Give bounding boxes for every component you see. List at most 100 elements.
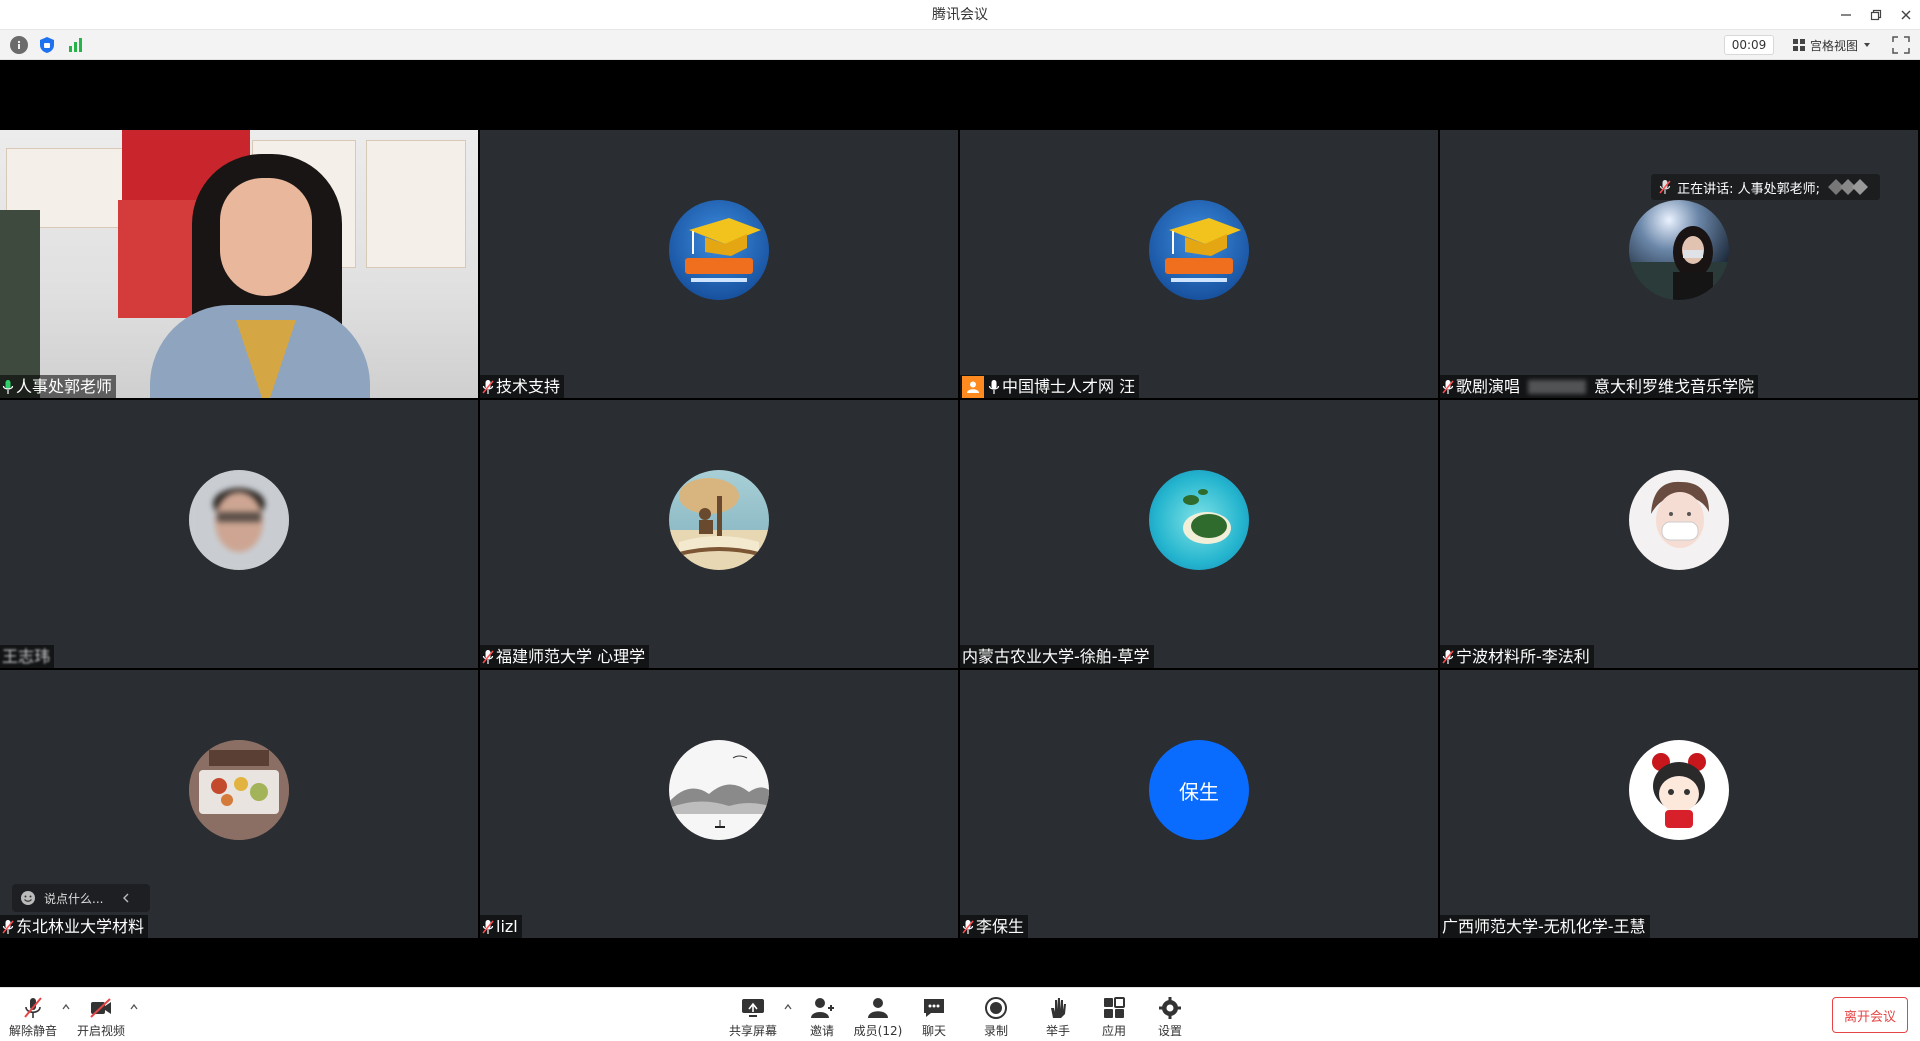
share-screen-label: 共享屏幕 [728, 1024, 777, 1038]
share-options-caret-icon[interactable] [783, 1002, 793, 1012]
camera-off-icon [90, 998, 111, 1018]
mic-on-icon [2, 379, 14, 394]
participant-name: 人事处郭老师 [16, 377, 113, 396]
settings-button[interactable]: 设置 [1143, 996, 1197, 1040]
participant-tile[interactable]: 中国博士人才网 汪 [960, 130, 1438, 398]
chevron-down-icon [1864, 43, 1871, 47]
boshi-logo-icon [1165, 218, 1241, 282]
watermark-icon [1828, 179, 1868, 195]
participant-name: lizl [496, 917, 518, 936]
grid-view-icon [1793, 39, 1805, 51]
chevron-left-icon[interactable] [121, 893, 131, 903]
signal-icon[interactable] [66, 36, 84, 54]
mic-muted-icon [1442, 379, 1454, 394]
participant-name: 技术支持 [496, 377, 561, 396]
participant-tile[interactable]: lizl [480, 670, 958, 938]
close-icon[interactable] [1898, 7, 1914, 23]
start-video-label: 开启视频 [76, 1024, 125, 1038]
mic-muted-icon [482, 649, 494, 664]
apps-label: 应用 [1101, 1024, 1126, 1038]
participant-tile[interactable]: 正在讲话: 人事处郭老师; 歌剧演唱 意大利罗维戈音乐学院 [1440, 130, 1918, 398]
participant-nametag: 福建师范大学 心理学 [480, 645, 650, 668]
participant-nametag: 王志玮 [0, 645, 55, 668]
mic-muted-icon [962, 919, 974, 934]
name-blur [1528, 379, 1587, 394]
invite-button[interactable]: 邀请 [795, 996, 849, 1040]
photo-island-icon [1183, 489, 1231, 544]
minimize-icon[interactable] [1838, 7, 1854, 23]
settings-label: 设置 [1157, 1024, 1182, 1038]
start-video-button[interactable]: 开启视频 [74, 996, 128, 1040]
share-screen-button[interactable]: 共享屏幕 [726, 996, 780, 1040]
participant-grid: 人事处郭老师 技术支持 中国博士人才网 汪 正在讲话: 人事处郭老师; 歌剧演唱… [0, 130, 1920, 938]
participant-tile[interactable]: 福建师范大学 心理学 [480, 400, 958, 668]
participant-tile[interactable]: 内蒙古农业大学-徐舶-草学 [960, 400, 1438, 668]
host-badge-icon [962, 375, 984, 398]
chat-quick-input[interactable]: 说点什么... [12, 884, 150, 912]
chat-button[interactable]: 聊天 [907, 996, 961, 1040]
participant-tile[interactable]: 宁波材料所-李法利 [1440, 400, 1918, 668]
avatar [1629, 470, 1729, 570]
meeting-toolbar: 解除静音 开启视频 共享屏幕 邀请 成员(12) 聊天 录制 举手 应用 设置 … [0, 987, 1920, 1041]
participant-tile[interactable]: 广西师范大学-无机化学-王慧 [1440, 670, 1918, 938]
mic-muted-icon [482, 379, 494, 394]
members-button[interactable]: 成员(12) [851, 996, 905, 1040]
participant-nametag: 李保生 [960, 915, 1029, 938]
members-icon [868, 998, 888, 1018]
mic-muted-icon [2, 919, 14, 934]
participant-name: 中国博士人才网 汪 [1002, 377, 1136, 396]
avatar [669, 200, 769, 300]
chat-label: 聊天 [921, 1024, 946, 1038]
record-icon [985, 997, 1007, 1019]
unmute-button[interactable]: 解除静音 [6, 996, 60, 1040]
record-label: 录制 [983, 1024, 1008, 1038]
view-mode-label: 宫格视图 [1810, 38, 1859, 53]
participant-tile[interactable]: 保生 李保生 [960, 670, 1438, 938]
video-options-caret-icon[interactable] [129, 1002, 139, 1012]
wall-poster [366, 140, 466, 268]
mic-muted-icon [1442, 649, 1454, 664]
raise-hand-button[interactable]: 举手 [1031, 996, 1085, 1040]
participant-tile[interactable]: 技术支持 [480, 130, 958, 398]
photo-food-icon [189, 740, 289, 840]
restore-icon[interactable] [1868, 7, 1884, 23]
avatar [189, 740, 289, 840]
avatar [1629, 740, 1729, 840]
members-label: 成员(12) [853, 1024, 903, 1038]
boshi-logo-icon [685, 218, 761, 282]
photo-girl-night-icon [1629, 226, 1729, 300]
participant-name: 王志玮 [2, 647, 51, 666]
participant-nametag: 宁波材料所-李法利 [1440, 645, 1594, 668]
participant-tile[interactable]: 人事处郭老师 [0, 130, 478, 398]
unmute-label: 解除静音 [8, 1024, 57, 1038]
avatar [1149, 470, 1249, 570]
emoji-icon[interactable] [20, 890, 36, 906]
participant-tile[interactable]: 王志玮 [0, 400, 478, 668]
participant-name: 歌剧演唱 [1456, 377, 1521, 396]
leave-meeting-button[interactable]: 离开会议 [1832, 997, 1908, 1033]
raise-hand-icon [1051, 998, 1066, 1018]
participant-nametag: 歌剧演唱 意大利罗维戈音乐学院 [1440, 375, 1759, 398]
avatar: 保生 [1149, 740, 1249, 840]
avatar [1629, 200, 1729, 300]
security-shield-icon[interactable] [38, 36, 56, 54]
chat-placeholder: 说点什么... [44, 891, 104, 906]
info-icon[interactable] [10, 36, 28, 54]
fullscreen-icon[interactable] [1892, 36, 1910, 54]
speaking-text: 正在讲话: 人事处郭老师; [1677, 181, 1820, 197]
photo-boy-mask-icon [1651, 481, 1709, 548]
mic-muted-icon [482, 919, 494, 934]
speaking-indicator: 正在讲话: 人事处郭老师; [1651, 174, 1880, 200]
window-controls [1838, 0, 1914, 30]
participant-nametag: 东北林业大学材料 [0, 915, 149, 938]
participant-tile[interactable]: 说点什么... 东北林业大学材料 [0, 670, 478, 938]
audio-options-caret-icon[interactable] [61, 1002, 71, 1012]
view-mode-button[interactable]: 宫格视图 [1786, 35, 1878, 55]
record-button[interactable]: 录制 [969, 996, 1023, 1040]
avatar [189, 470, 289, 570]
participant-name: 李保生 [976, 917, 1025, 936]
participant-nametag: lizl [480, 915, 522, 938]
apps-button[interactable]: 应用 [1087, 996, 1141, 1040]
avatar-initials: 保生 [1179, 779, 1219, 804]
participant-name: 福建师范大学 心理学 [496, 647, 646, 666]
